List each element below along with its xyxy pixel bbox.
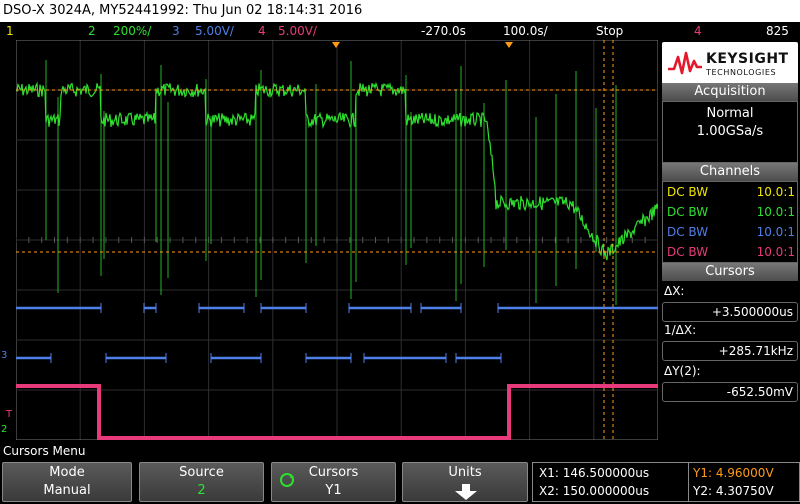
trigger-level-marker[interactable]: T xyxy=(6,409,12,420)
ch3-scale[interactable]: 5.00V/ xyxy=(195,22,234,40)
units-softkey[interactable]: Units xyxy=(402,462,528,502)
logo-brand: KEYSIGHT xyxy=(706,51,789,67)
acquisition-box[interactable]: Normal 1.00GSa/s xyxy=(662,101,798,163)
delay-marker xyxy=(505,42,513,48)
delta-x-label: ΔX: xyxy=(664,284,685,298)
channels-header[interactable]: Channels xyxy=(662,163,798,181)
x2-readout: X2: 150.000000us xyxy=(539,484,650,498)
ch4-scale[interactable]: 5.00V/ xyxy=(278,22,317,40)
logo-subtitle: TECHNOLOGIES xyxy=(706,68,777,77)
delta-y-label: ΔY(2): xyxy=(664,364,701,378)
cursors-softkey[interactable]: Cursors Y1 xyxy=(271,462,396,502)
ch2-label[interactable]: 2 xyxy=(88,22,96,40)
source-softkey[interactable]: Source 2 xyxy=(139,462,264,502)
trigger-position-marker xyxy=(332,42,340,48)
arrow-down-icon xyxy=(453,484,479,504)
keysight-wave-icon xyxy=(668,51,702,75)
ch3-label[interactable]: 3 xyxy=(172,22,180,40)
ch2-scale[interactable]: 200%/ xyxy=(113,22,151,40)
waveform-display[interactable] xyxy=(15,39,659,441)
channels-box[interactable]: DC BW 10.0:1 DC BW 10.0:1 DC BW 10.0:1 DC B… xyxy=(662,181,798,263)
status-bar: 1 2 200%/ 3 5.00V/ 4 5.00V/ -270.0s 100.… xyxy=(0,22,800,53)
y1-readout: Y1: 4.96000V xyxy=(693,466,774,480)
trigger-level[interactable]: 825 xyxy=(766,22,789,40)
menu-title: Cursors Menu xyxy=(3,444,86,458)
readout-divider xyxy=(688,462,689,502)
run-state[interactable]: Stop xyxy=(596,22,623,40)
cursors-header[interactable]: Cursors xyxy=(662,263,798,281)
waveform-graticule[interactable] xyxy=(15,39,659,441)
keysight-logo: KEYSIGHT TECHNOLOGIES xyxy=(662,42,798,84)
x1-readout: X1: 146.500000us xyxy=(539,466,650,480)
mode-softkey[interactable]: Mode Manual xyxy=(2,462,132,502)
y2-readout: Y2: 4.30750V xyxy=(693,484,774,498)
inv-delta-x-label: 1/ΔX: xyxy=(664,323,697,337)
delta-y-value: -652.50mV xyxy=(662,382,798,402)
acquisition-header[interactable]: Acquisition xyxy=(662,83,798,101)
acquisition-mode: Normal xyxy=(706,106,754,121)
delta-x-value: +3.500000us xyxy=(662,302,798,322)
ch3-ground-marker[interactable]: 3 xyxy=(1,350,7,361)
sample-rate: 1.00GSa/s xyxy=(696,124,764,139)
info-panel: KEYSIGHT TECHNOLOGIES Acquisition Normal… xyxy=(660,40,800,443)
inv-delta-x-value: +285.71kHz xyxy=(662,341,798,361)
cursor-readouts: X1: 146.500000us X2: 150.000000us Y1: 4.… xyxy=(532,462,800,502)
timebase-readout[interactable]: 100.0s/ xyxy=(503,22,548,40)
ch4-label[interactable]: 4 xyxy=(258,22,266,40)
window-title: DSO-X 3024A, MY52441992: Thu Jun 02 18:1… xyxy=(0,0,800,22)
ch1-label[interactable]: 1 xyxy=(6,22,14,40)
trigger-source[interactable]: 4 xyxy=(694,22,702,40)
ch2-ground-marker[interactable]: 2 xyxy=(1,424,7,435)
delay-readout[interactable]: -270.0s xyxy=(421,22,466,40)
